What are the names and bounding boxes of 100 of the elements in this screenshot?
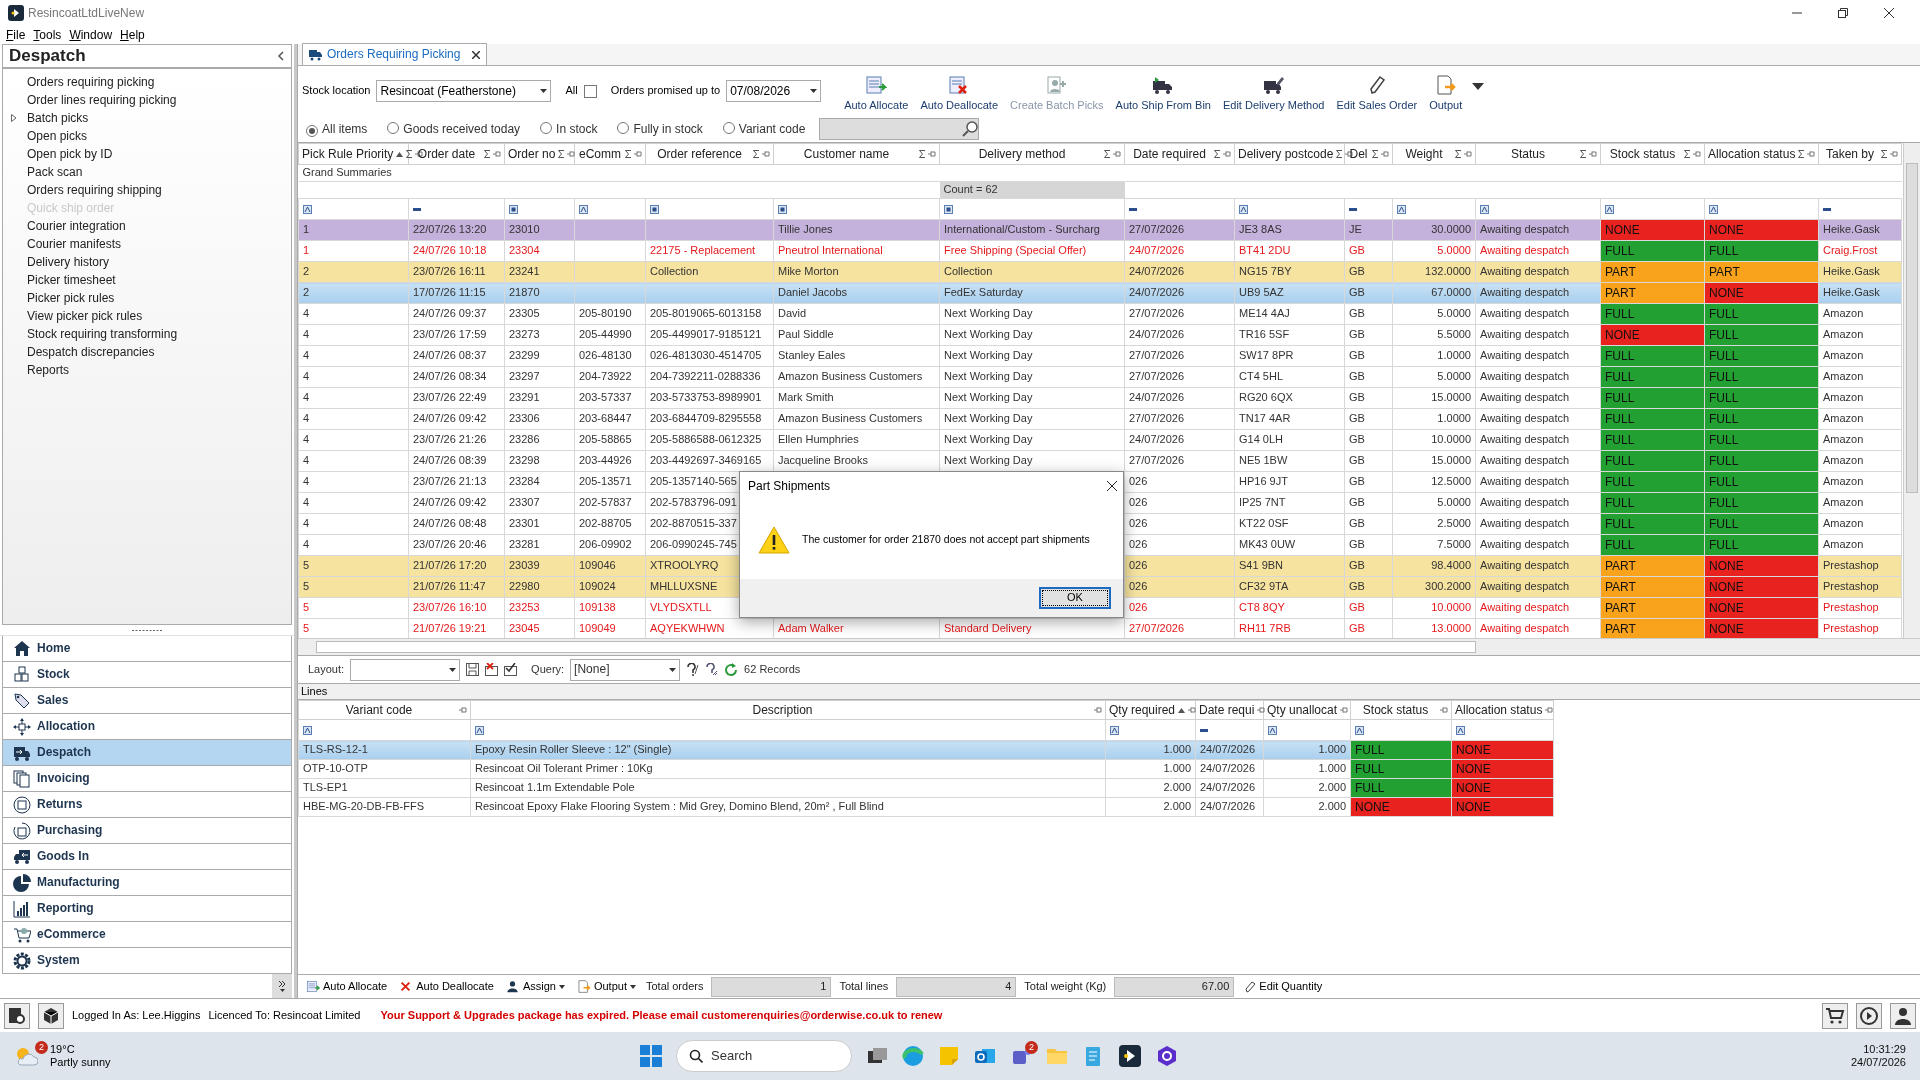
layout-combobox[interactable]: [350, 658, 461, 681]
status-button[interactable]: [38, 1002, 64, 1029]
radio-button[interactable]: [617, 121, 630, 134]
edit-quantity-button[interactable]: Edit Quantity: [1242, 979, 1325, 994]
nav-link[interactable]: Open picks: [3, 127, 291, 145]
table-row[interactable]: 2 17/07/26 11:15 21870 Daniel Jacobs FedEx Saturday 24/07/2026 UB9 5AZ GB 67.0000 Awaiting despatch PART NONE Heike.Gask: [298, 282, 1902, 304]
location-combobox[interactable]: Resincoat (Featherstone): [376, 80, 552, 102]
close-button[interactable]: [1107, 481, 1117, 491]
menu-item[interactable]: Help: [120, 27, 145, 43]
table-row[interactable]: 4 23/07/26 21:26 23286 205-58865 205-5886588-0612325 Ellen Humphries Next Working Day 24/07/2026 G14 0LH GB 10.0000 Awaiting despatch FULL FULL Amazon: [298, 429, 1902, 451]
module-button[interactable]: eCommerce: [2, 922, 292, 948]
module-button[interactable]: Stock: [2, 662, 292, 688]
toolbar-button[interactable]: Auto Deallocate: [917, 68, 1002, 114]
radio-button[interactable]: [722, 121, 735, 134]
more-button[interactable]: [272, 974, 292, 998]
status-button[interactable]: [1890, 1002, 1916, 1029]
toolbar-button[interactable]: Edit Sales Order: [1333, 68, 1421, 114]
table-row[interactable]: HBE-MG-20-DB-FB-FFS Resincoat Epoxy Flake Flooring System : Mid Grey, Domino Blend, 20m² , Full Blind 2.000 24/07/2026 2.000 NONE NONE: [298, 797, 1554, 817]
status-button[interactable]: [4, 1002, 30, 1029]
module-button[interactable]: Despatch: [2, 740, 292, 766]
taskbar-button[interactable]: [1156, 1045, 1178, 1067]
nav-link[interactable]: Orders requiring shipping: [3, 181, 291, 199]
action-button[interactable]: Assign: [503, 979, 567, 994]
radio-option[interactable]: Goods received today: [387, 121, 521, 137]
checkbox[interactable]: [583, 84, 597, 98]
radio-button[interactable]: [387, 121, 400, 134]
radio-option[interactable]: Fully in stock: [617, 121, 703, 137]
module-button[interactable]: Home: [2, 636, 292, 662]
module-button[interactable]: Reporting: [2, 896, 292, 922]
table-row[interactable]: 4 23/07/26 17:59 23273 205-44990 205-4499017-9185121 Paul Siddle Next Working Day 24/07/2026 TR16 5SF GB 5.5000 Awaiting despatch NONE FULL Amazon: [298, 324, 1902, 346]
nav-link[interactable]: Despatch discrepancies: [3, 343, 291, 361]
table-cell: Next Working Day: [939, 429, 1125, 451]
scrollbar[interactable]: [1903, 143, 1920, 639]
nav-link[interactable]: Courier manifests: [3, 235, 291, 253]
table-row[interactable]: TLS-EP1 Resincoat 1.1m Extendable Pole 2.000 24/07/2026 2.000 FULL NONE: [298, 778, 1554, 798]
module-button[interactable]: Invoicing: [2, 766, 292, 792]
nav-link[interactable]: Picker timesheet: [3, 271, 291, 289]
radio-button[interactable]: [540, 121, 553, 134]
table-cell: 1.000: [1105, 759, 1196, 779]
nav-link[interactable]: Reports: [3, 361, 291, 379]
module-button[interactable]: Goods In: [2, 844, 292, 870]
collapse-button[interactable]: [277, 51, 285, 61]
module-button[interactable]: Sales: [2, 688, 292, 714]
nav-link[interactable]: Orders requiring picking: [3, 73, 291, 91]
module-button[interactable]: Allocation: [2, 714, 292, 740]
nav-link[interactable]: Batch picks: [3, 109, 291, 127]
table-row[interactable]: 4 24/07/26 08:34 23297 204-73922 204-7392211-0288336 Amazon Business Customers Next Working Day 27/07/2026 CT4 5HL GB 5.0000 Awaiting despatch FULL FULL Amazon: [298, 366, 1902, 388]
toolbar-button[interactable]: Output: [1426, 68, 1488, 114]
menu-item[interactable]: Tools: [33, 27, 62, 43]
radio-option[interactable]: Variant code: [722, 121, 806, 137]
toolbar-button[interactable]: Edit Delivery Method: [1219, 68, 1328, 114]
nav-link[interactable]: Pack scan: [3, 163, 291, 181]
toolbar-button[interactable]: Auto Ship From Bin: [1112, 68, 1214, 114]
table-row[interactable]: 4 24/07/26 09:37 23305 205-80190 205-8019065-6013158 David Next Working Day 27/07/2026 ME14 4AJ GB 5.0000 Awaiting despatch FULL FULL Amazon: [298, 303, 1902, 325]
date-field[interactable]: 07/08/2026: [726, 80, 822, 102]
radio-button[interactable]: [306, 124, 318, 137]
action-button[interactable]: Auto Deallocate: [397, 979, 496, 994]
menu-item[interactable]: Window: [69, 27, 113, 43]
menu-item[interactable]: File: [6, 27, 26, 43]
table-row[interactable]: OTP-10-OTP Resincoat Oil Tolerant Primer : 10Kg 1.000 24/07/2026 1.000 FULL NONE: [298, 759, 1554, 779]
nav-link[interactable]: Delivery history: [3, 253, 291, 271]
module-button[interactable]: Purchasing: [2, 818, 292, 844]
table-row[interactable]: 4 23/07/26 22:49 23291 203-57337 203-5733753-8989901 Mark Smith Next Working Day 24/07/2026 RG20 6QX GB 15.0000 Awaiting despatch FULL FULL Amazon: [298, 387, 1902, 409]
module-button[interactable]: Returns: [2, 792, 292, 818]
table-row[interactable]: 4 24/07/26 08:37 23299 026-48130 026-4813030-4514705 Stanley Eales Next Working Day 27/07/2026 SW17 8PR GB 1.0000 Awaiting despatch FULL FULL Amazon: [298, 345, 1902, 367]
tab[interactable]: Orders Requiring Picking: [302, 43, 488, 65]
table-cell: Stanley Eales: [773, 345, 940, 367]
search-field[interactable]: [819, 118, 980, 140]
table-cell: 205-58865: [574, 429, 646, 451]
table-row[interactable]: 2 23/07/26 16:11 23241 Collection Mike Morton Collection 24/07/2026 NG15 7BY GB 132.0000 Awaiting despatch PART PART Heike.Gask: [298, 261, 1902, 283]
nav-link[interactable]: Open pick by ID: [3, 145, 291, 163]
table-row[interactable]: 1 24/07/26 10:18 23304 22175 - Replacement Pneutrol International Free Shipping (Special Offer) 24/07/2026 BT41 2DU GB 5.0000 Awaiting despatch FULL FULL Craig.Frost: [298, 240, 1902, 262]
nav-link[interactable]: Order lines requiring picking: [3, 91, 291, 109]
taskbar-button[interactable]: [1118, 1044, 1142, 1068]
query-combobox[interactable]: [None]: [570, 658, 681, 681]
search-field[interactable]: Search: [676, 1040, 852, 1072]
scrollbar[interactable]: [298, 638, 1920, 655]
status-button[interactable]: [1856, 1002, 1882, 1029]
toolbar-button[interactable]: Auto Allocate: [841, 68, 912, 114]
table-cell: Next Working Day: [939, 408, 1125, 430]
nav-link[interactable]: Courier integration: [3, 217, 291, 235]
table-row[interactable]: 1 22/07/26 13:20 23010 Tillie Jones International/Custom - Surcharg 27/07/2026 JE3 8AS JE 30.0000 Awaiting despatch NONE NONE Heike.Gask: [298, 219, 1902, 241]
status-button[interactable]: [1822, 1002, 1848, 1029]
table-row[interactable]: 4 24/07/26 08:39 23298 203-44926 203-4492697-3469165 Jacqueline Brooks Next Working Day 27/07/2026 NE5 1BW GB 15.0000 Awaiting despatch FULL FULL Amazon: [298, 450, 1902, 472]
table-row[interactable]: TLS-RS-12-1 Epoxy Resin Roller Sleeve : 12" (Single) 1.000 24/07/2026 1.000 FULL NONE: [298, 740, 1554, 760]
module-button[interactable]: System: [2, 948, 292, 974]
ok-button[interactable]: OK: [1039, 587, 1111, 609]
action-button[interactable]: Auto Allocate: [304, 979, 390, 994]
module-button[interactable]: Manufacturing: [2, 870, 292, 896]
nav-link[interactable]: Picker pick rules: [3, 289, 291, 307]
table-cell: Paul Siddle: [773, 324, 940, 346]
table-cell: 24/07/2026: [1124, 240, 1235, 262]
close-tab-button[interactable]: [472, 50, 481, 59]
table-row[interactable]: 4 24/07/26 09:42 23306 203-68447 203-6844709-8295558 Amazon Business Customers Next Working Day 27/07/2026 TN17 4AR GB 1.0000 Awaiting despatch FULL FULL Amazon: [298, 408, 1902, 430]
table-cell: Awaiting despatch: [1475, 219, 1601, 241]
radio-option[interactable]: In stock: [540, 121, 598, 137]
nav-link[interactable]: Stock requiring transforming: [3, 325, 291, 343]
action-button[interactable]: Output: [574, 979, 638, 994]
nav-link[interactable]: View picker pick rules: [3, 307, 291, 325]
radio-option[interactable]: All items: [306, 121, 368, 137]
